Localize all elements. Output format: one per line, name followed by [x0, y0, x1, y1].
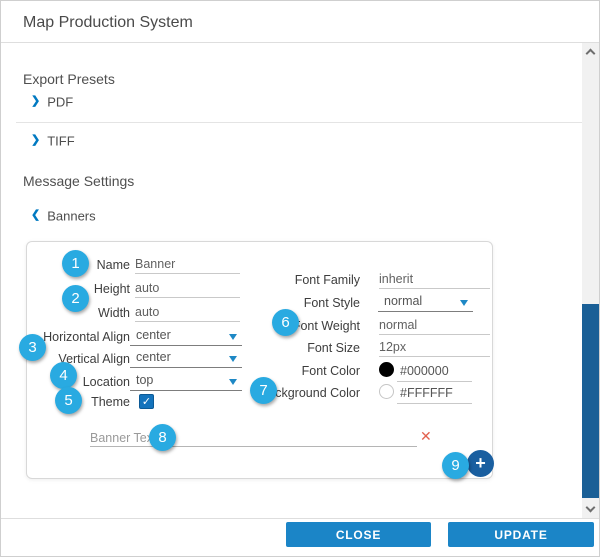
step-badge-6: 6: [272, 309, 299, 336]
font-family-input[interactable]: [379, 271, 490, 289]
step-badge-8: 8: [149, 424, 176, 451]
step-badge-2: 2: [62, 285, 89, 312]
delete-banner-icon[interactable]: ✕: [420, 428, 432, 444]
add-banner-button[interactable]: +: [467, 450, 494, 477]
chevron-right-icon: ❯: [31, 94, 40, 107]
chevron-left-icon: ❮: [31, 208, 40, 221]
step-badge-7: 7: [250, 377, 277, 404]
font-style-select[interactable]: normal: [378, 294, 473, 312]
preset-divider: [16, 122, 587, 123]
font-weight-input[interactable]: [379, 317, 490, 335]
font-color-underline: [397, 381, 472, 382]
update-button[interactable]: UPDATE: [448, 522, 594, 547]
step-badge-1: 1: [62, 250, 89, 277]
scrollbar-thumb[interactable]: [582, 304, 599, 498]
preset-item-tiff[interactable]: ❯ TIFF: [31, 132, 75, 150]
font-weight-row: Font Weight: [27, 317, 492, 335]
font-color-label: Font Color: [230, 364, 360, 378]
chevron-right-icon: ❯: [31, 133, 40, 146]
scroll-up-icon[interactable]: [586, 49, 596, 59]
preset-label: PDF: [47, 94, 73, 109]
font-style-value: normal: [384, 294, 422, 308]
scroll-down-icon[interactable]: [586, 503, 596, 513]
font-color-swatch[interactable]: [379, 362, 394, 377]
background-color-value: #FFFFFF: [400, 386, 453, 400]
step-badge-5: 5: [55, 387, 82, 414]
preset-item-pdf[interactable]: ❯ PDF: [31, 93, 73, 111]
title-divider: [1, 42, 599, 43]
banners-back-link[interactable]: ❮ Banners: [31, 207, 96, 225]
font-style-label: Font Style: [230, 296, 360, 310]
caret-down-icon: [460, 300, 468, 306]
close-button[interactable]: CLOSE: [286, 522, 431, 547]
export-presets-heading: Export Presets: [23, 71, 115, 87]
footer-divider: [1, 518, 599, 519]
font-color-value: #000000: [400, 364, 449, 378]
background-color-swatch[interactable]: [379, 384, 394, 399]
banner-text-input[interactable]: [90, 429, 417, 447]
font-family-label: Font Family: [230, 273, 360, 287]
step-badge-3: 3: [19, 334, 46, 361]
font-size-label: Font Size: [230, 341, 360, 355]
vertical-scrollbar[interactable]: [582, 43, 599, 518]
map-production-system-dialog: Map Production System Export Presets ❯ PD…: [0, 0, 600, 557]
page-title: Map Production System: [23, 14, 193, 32]
banner-settings-panel: Name Height Width Horizontal Align cente…: [26, 241, 493, 479]
preset-label: TIFF: [47, 133, 74, 148]
font-style-row: Font Style normal: [27, 294, 492, 312]
back-label: Banners: [47, 208, 95, 223]
message-settings-heading: Message Settings: [23, 173, 134, 189]
background-color-underline: [397, 403, 472, 404]
font-family-row: Font Family: [27, 271, 492, 289]
font-size-row: Font Size: [27, 339, 492, 357]
step-badge-9: 9: [442, 452, 469, 479]
font-size-input[interactable]: [379, 339, 490, 357]
step-badge-4: 4: [50, 362, 77, 389]
